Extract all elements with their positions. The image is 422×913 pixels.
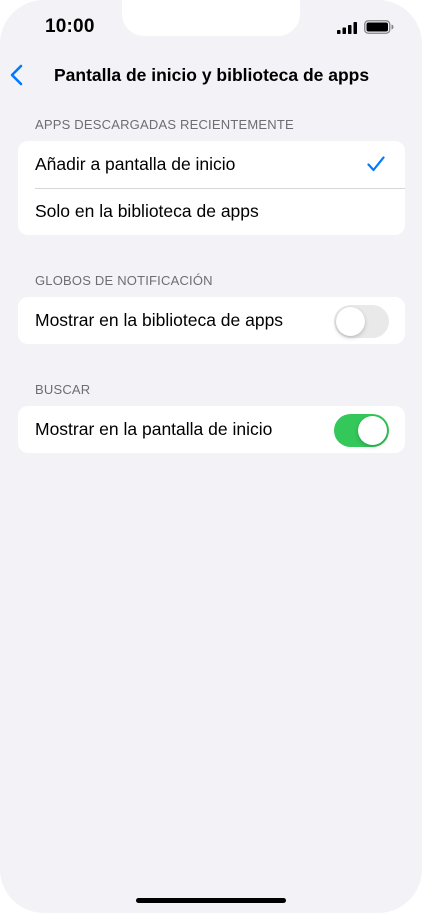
toggle-knob bbox=[336, 307, 365, 336]
row-show-on-home-screen: Mostrar en la pantalla de inicio bbox=[18, 406, 405, 453]
recent-apps-options-group: Añadir a pantalla de inicio Solo en la b… bbox=[18, 141, 405, 235]
toggle-label: Mostrar en la biblioteca de apps bbox=[35, 310, 284, 330]
home-indicator[interactable] bbox=[136, 898, 286, 903]
page-title: Pantalla de inicio y biblioteca de apps bbox=[54, 65, 370, 85]
option-library-only[interactable]: Solo en la biblioteca de apps bbox=[18, 188, 405, 235]
show-on-home-screen-toggle[interactable] bbox=[334, 414, 389, 447]
option-label: Solo en la biblioteca de apps bbox=[35, 201, 259, 221]
show-in-app-library-toggle[interactable] bbox=[334, 305, 389, 338]
row-show-in-app-library: Mostrar en la biblioteca de apps bbox=[18, 297, 405, 344]
search-group: Mostrar en la pantalla de inicio bbox=[18, 406, 405, 453]
navigation-bar: Pantalla de inicio y biblioteca de apps bbox=[0, 56, 422, 96]
section-header-search: BUSCAR bbox=[35, 382, 91, 397]
notch bbox=[122, 0, 300, 36]
toggle-label: Mostrar en la pantalla de inicio bbox=[35, 419, 273, 439]
phone-screen: 10:00 Pantalla de inicio y biblioteca de… bbox=[0, 0, 422, 913]
option-add-to-home[interactable]: Añadir a pantalla de inicio bbox=[18, 141, 405, 188]
checkmark-icon bbox=[367, 156, 385, 172]
section-header-recent-apps: APPS DESCARGADAS RECIENTEMENTE bbox=[35, 117, 294, 132]
battery-full-icon bbox=[364, 20, 394, 34]
option-label: Añadir a pantalla de inicio bbox=[35, 154, 236, 174]
toggle-knob bbox=[358, 416, 387, 445]
status-bar: 10:00 bbox=[0, 0, 422, 56]
cellular-signal-icon bbox=[337, 22, 357, 34]
notification-badges-group: Mostrar en la biblioteca de apps bbox=[18, 297, 405, 344]
section-header-notification-badges: GLOBOS DE NOTIFICACIÓN bbox=[35, 273, 213, 288]
chevron-left-icon[interactable] bbox=[9, 64, 25, 86]
status-time: 10:00 bbox=[45, 16, 95, 37]
